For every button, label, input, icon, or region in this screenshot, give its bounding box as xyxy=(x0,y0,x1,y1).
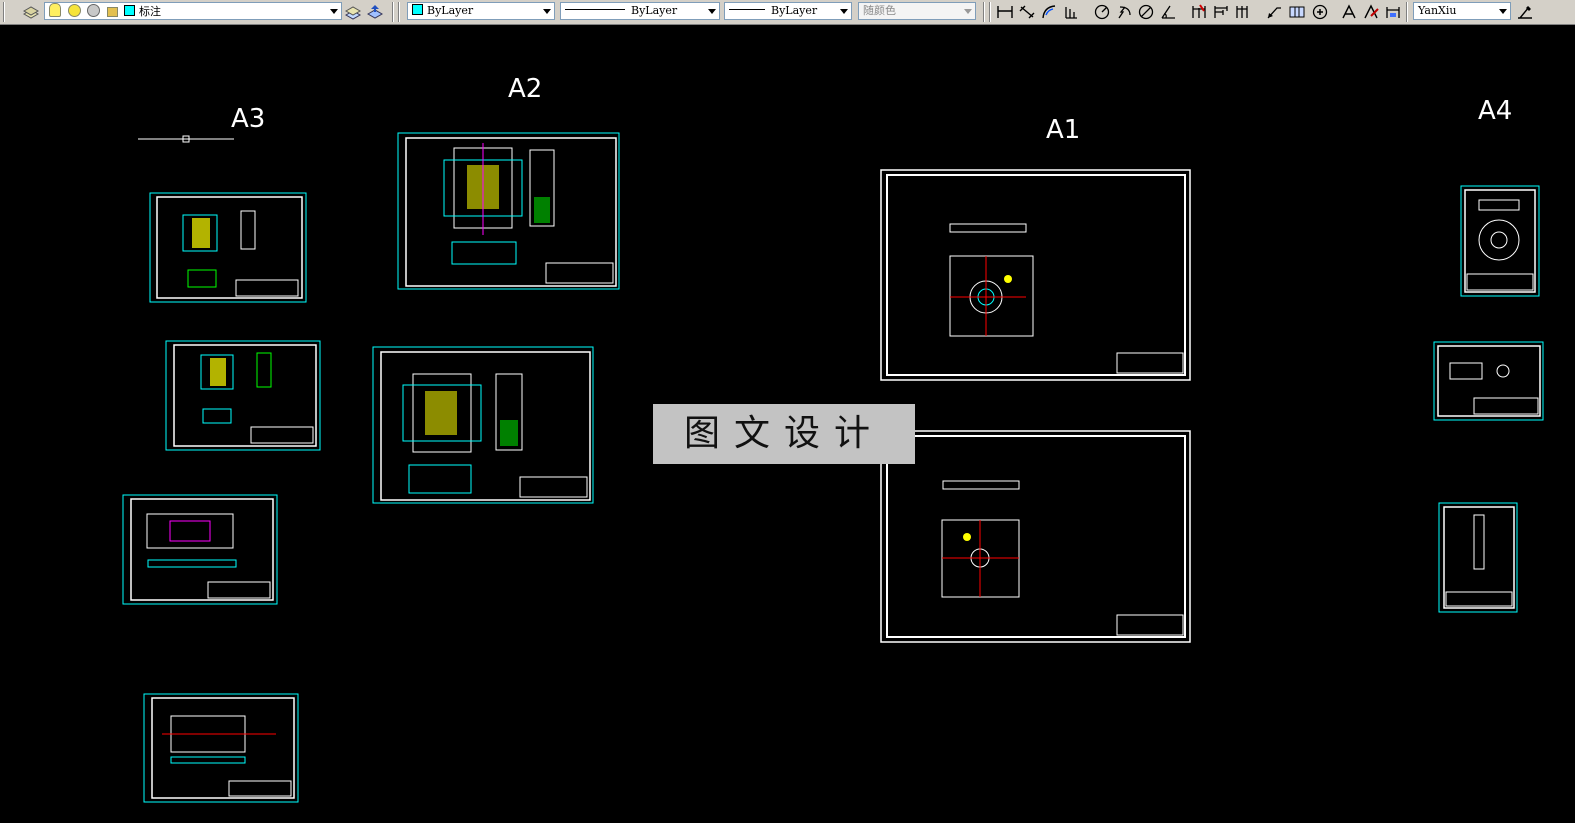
lineweight-value: ByLayer xyxy=(771,4,818,17)
layer-name: 标注 xyxy=(139,5,161,18)
baseline-icon[interactable] xyxy=(1212,3,1230,21)
leader-icon[interactable] xyxy=(1265,3,1283,21)
center-mark-icon[interactable] xyxy=(1311,3,1329,21)
freeze-icon[interactable] xyxy=(87,4,100,17)
lineweight-dropdown[interactable]: ByLayer xyxy=(724,2,852,20)
dim-edit-icon[interactable] xyxy=(1340,3,1358,21)
linetype-value: ByLayer xyxy=(631,4,678,17)
chevron-down-icon[interactable] xyxy=(330,9,338,14)
chevron-down-icon[interactable] xyxy=(543,9,551,14)
continue-icon[interactable] xyxy=(1234,3,1252,21)
color-swatch xyxy=(412,4,423,15)
drawing-sheet[interactable] xyxy=(1433,341,1544,421)
label-a2: A2 xyxy=(508,74,542,104)
plotstyle-dropdown[interactable]: 随颜色 xyxy=(858,2,976,20)
tolerance-icon[interactable] xyxy=(1288,3,1306,21)
drawing-sheet[interactable] xyxy=(880,169,1191,381)
chevron-down-icon[interactable] xyxy=(708,9,716,14)
layer-dropdown[interactable]: 标注 xyxy=(44,2,342,20)
linetype-dropdown[interactable]: ByLayer xyxy=(560,2,720,20)
linetype-sample xyxy=(565,9,625,10)
color-value: ByLayer xyxy=(427,4,474,17)
dim-text-edit-icon[interactable] xyxy=(1362,3,1380,21)
diameter-icon[interactable] xyxy=(1137,3,1155,21)
jogged-icon[interactable] xyxy=(1115,3,1133,21)
drawing-sheet[interactable] xyxy=(143,693,299,803)
chevron-down-icon[interactable] xyxy=(964,9,972,14)
lock-icon[interactable] xyxy=(106,7,118,17)
sun-icon[interactable] xyxy=(67,4,81,17)
label-a3: A3 xyxy=(231,104,265,134)
arc-length-icon[interactable] xyxy=(1040,3,1058,21)
drawing-sheet[interactable] xyxy=(1438,502,1518,613)
drawing-sheet[interactable] xyxy=(122,494,278,605)
radius-icon[interactable] xyxy=(1093,3,1111,21)
drawing-sheet[interactable] xyxy=(1460,185,1540,297)
toolbar-separator xyxy=(983,2,985,22)
scale-bar xyxy=(138,135,234,143)
toolbar-grip[interactable] xyxy=(3,2,5,22)
chevron-down-icon[interactable] xyxy=(1499,9,1507,14)
label-a4: A4 xyxy=(1478,96,1512,126)
watermark-banner: 图文设计 xyxy=(653,404,915,464)
drawing-sheet[interactable] xyxy=(165,340,321,451)
aligned-dim-icon[interactable] xyxy=(1018,3,1036,21)
make-current-icon[interactable] xyxy=(344,3,362,21)
plotstyle-value: 随颜色 xyxy=(863,4,896,17)
quick-dim-icon[interactable] xyxy=(1190,3,1208,21)
dimstyle-dropdown[interactable]: YanXiu xyxy=(1413,2,1511,20)
dim-update-icon[interactable] xyxy=(1384,3,1402,21)
drawing-sheet[interactable] xyxy=(149,192,307,303)
drawing-area[interactable]: A3 A2 A1 A4 图文设计 xyxy=(0,25,1575,823)
layer-manager-icon[interactable] xyxy=(22,3,40,21)
dimstyle-value: YanXiu xyxy=(1418,4,1457,17)
label-a1: A1 xyxy=(1046,115,1080,145)
toolbar-grip[interactable] xyxy=(398,2,400,22)
toolbar-separator xyxy=(1406,2,1408,22)
drawing-sheet[interactable] xyxy=(880,430,1191,643)
toolbar-grip[interactable] xyxy=(989,2,991,22)
light-bulb-icon[interactable] xyxy=(49,3,61,17)
properties-toolbar: 标注 ByLayer ByLayer ByLayer 随颜色 YanXiu xyxy=(0,0,1575,25)
layer-previous-icon[interactable] xyxy=(366,3,384,21)
angular-icon[interactable] xyxy=(1159,3,1177,21)
color-dropdown[interactable]: ByLayer xyxy=(407,2,555,20)
drawing-sheet[interactable] xyxy=(372,346,594,504)
dim-style-icon[interactable] xyxy=(1516,3,1534,21)
linear-dim-icon[interactable] xyxy=(996,3,1014,21)
toolbar-separator xyxy=(392,2,394,22)
ordinate-icon[interactable] xyxy=(1062,3,1080,21)
layer-color-swatch xyxy=(124,5,135,16)
chevron-down-icon[interactable] xyxy=(840,9,848,14)
lineweight-sample xyxy=(729,9,765,10)
drawing-sheet[interactable] xyxy=(397,132,620,290)
